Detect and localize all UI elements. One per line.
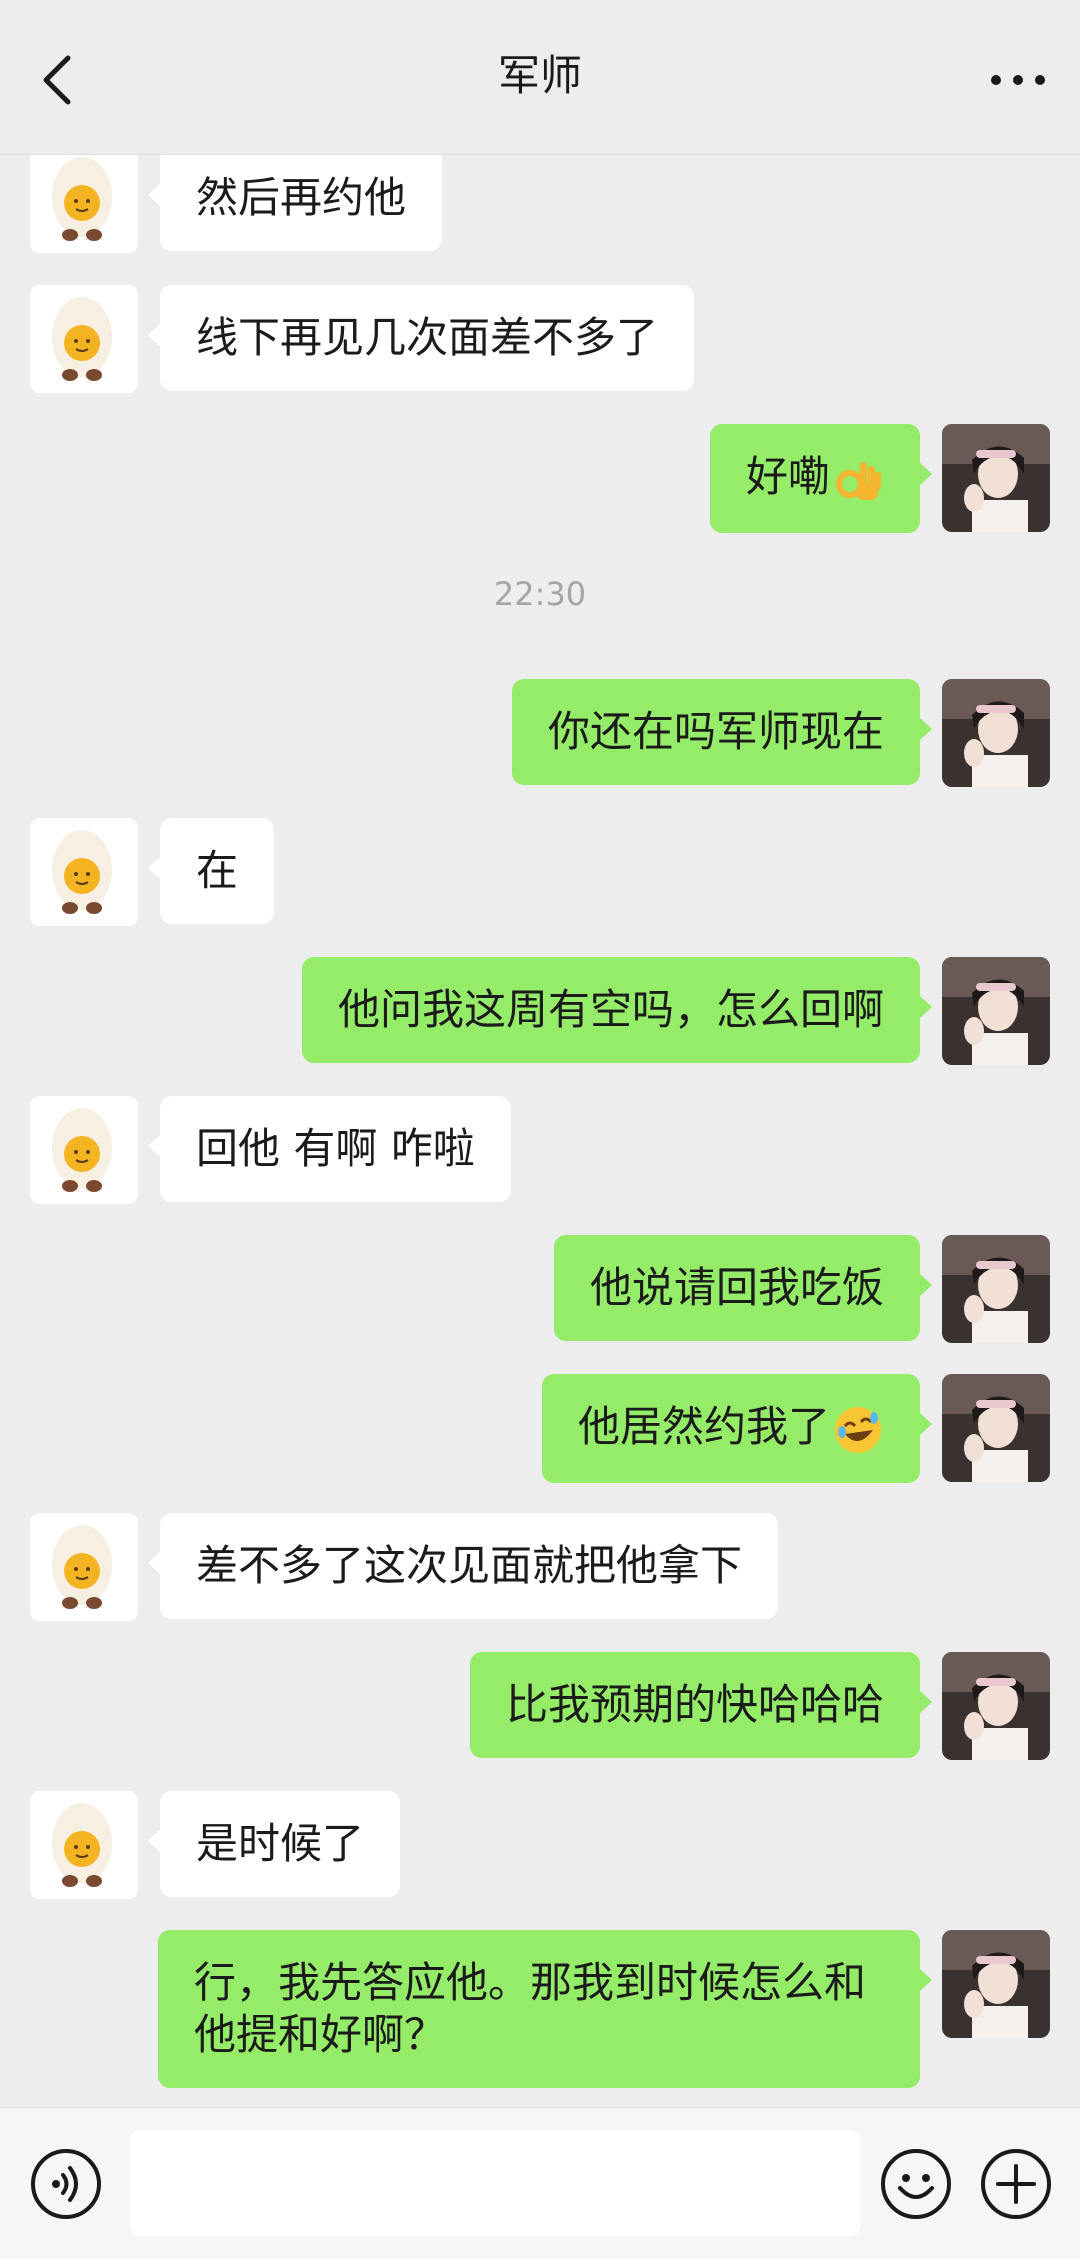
sent-bubble[interactable]: 比我预期的快哈哈哈 [469, 1652, 933, 1758]
message-input[interactable] [130, 2130, 860, 2236]
user-photo-icon [942, 1930, 1050, 2038]
user-photo-icon [942, 424, 1050, 532]
sent-bubble[interactable]: 好嘞 [709, 424, 933, 533]
egg-avatar-icon [30, 818, 138, 926]
plus-icon [981, 2149, 1051, 2219]
egg-avatar-icon [30, 285, 138, 393]
input-bar [0, 2107, 1080, 2259]
contact-avatar[interactable] [30, 1096, 138, 1204]
voice-icon [31, 2149, 101, 2219]
received-bubble[interactable]: 在 [147, 818, 275, 924]
ok-hand-emoji-icon [836, 461, 881, 500]
received-bubble[interactable]: 然后再约他 [147, 155, 443, 251]
message-list[interactable]: 然后再约他 线下再见几次面差不多了 好嘞 22:30 你还在吗军师现在 在 他问… [0, 155, 1080, 2105]
user-photo-icon [942, 1235, 1050, 1343]
sent-bubble[interactable]: 他问我这周有空吗，怎么回啊 [301, 957, 933, 1063]
user-avatar[interactable] [942, 1235, 1050, 1343]
message-timestamp: 22:30 [493, 575, 587, 613]
received-bubble[interactable]: 差不多了这次见面就把他拿下 [147, 1513, 779, 1619]
user-avatar[interactable] [942, 679, 1050, 787]
voice-button[interactable] [30, 2148, 102, 2220]
received-bubble[interactable]: 线下再见几次面差不多了 [147, 285, 695, 391]
sent-bubble[interactable]: 他说请回我吃饭 [553, 1235, 933, 1341]
contact-avatar[interactable] [30, 818, 138, 926]
user-avatar[interactable] [942, 424, 1050, 532]
user-photo-icon [942, 1374, 1050, 1482]
user-photo-icon [942, 679, 1050, 787]
contact-avatar[interactable] [30, 285, 138, 393]
user-photo-icon [942, 957, 1050, 1065]
egg-avatar-icon [30, 1791, 138, 1899]
chat-title: 军师 [497, 51, 582, 100]
received-bubble[interactable]: 回他 有啊 咋啦 [148, 1096, 511, 1202]
more-button[interactable] [988, 56, 1048, 104]
rolling-laughing-emoji-icon [835, 1406, 881, 1453]
message-text: 好嘞 [745, 452, 830, 501]
contact-avatar[interactable] [30, 155, 138, 253]
more-actions-button[interactable] [980, 2148, 1052, 2220]
egg-avatar-icon [30, 155, 138, 253]
contact-avatar[interactable] [30, 1791, 138, 1899]
more-dots-icon [991, 75, 1045, 85]
egg-avatar-icon [30, 1513, 138, 1621]
sent-bubble[interactable]: 行，我先答应他。那我到时候怎么和他提和好啊？ [158, 1930, 932, 2088]
received-bubble[interactable]: 是时候了 [147, 1791, 401, 1897]
user-photo-icon [942, 1652, 1050, 1760]
egg-avatar-icon [30, 1096, 138, 1204]
chat-header: 军师 [0, 0, 1080, 155]
emoji-button[interactable] [880, 2148, 952, 2220]
message-text: 他居然约我了 [577, 1402, 830, 1451]
user-avatar[interactable] [942, 1374, 1050, 1482]
emoji-face-icon [881, 2149, 951, 2219]
user-avatar[interactable] [942, 957, 1050, 1065]
contact-avatar[interactable] [30, 1513, 138, 1621]
user-avatar[interactable] [942, 1930, 1050, 2038]
user-avatar[interactable] [942, 1652, 1050, 1760]
sent-bubble[interactable]: 他居然约我了 [541, 1374, 933, 1483]
sent-bubble[interactable]: 你还在吗军师现在 [511, 679, 933, 785]
